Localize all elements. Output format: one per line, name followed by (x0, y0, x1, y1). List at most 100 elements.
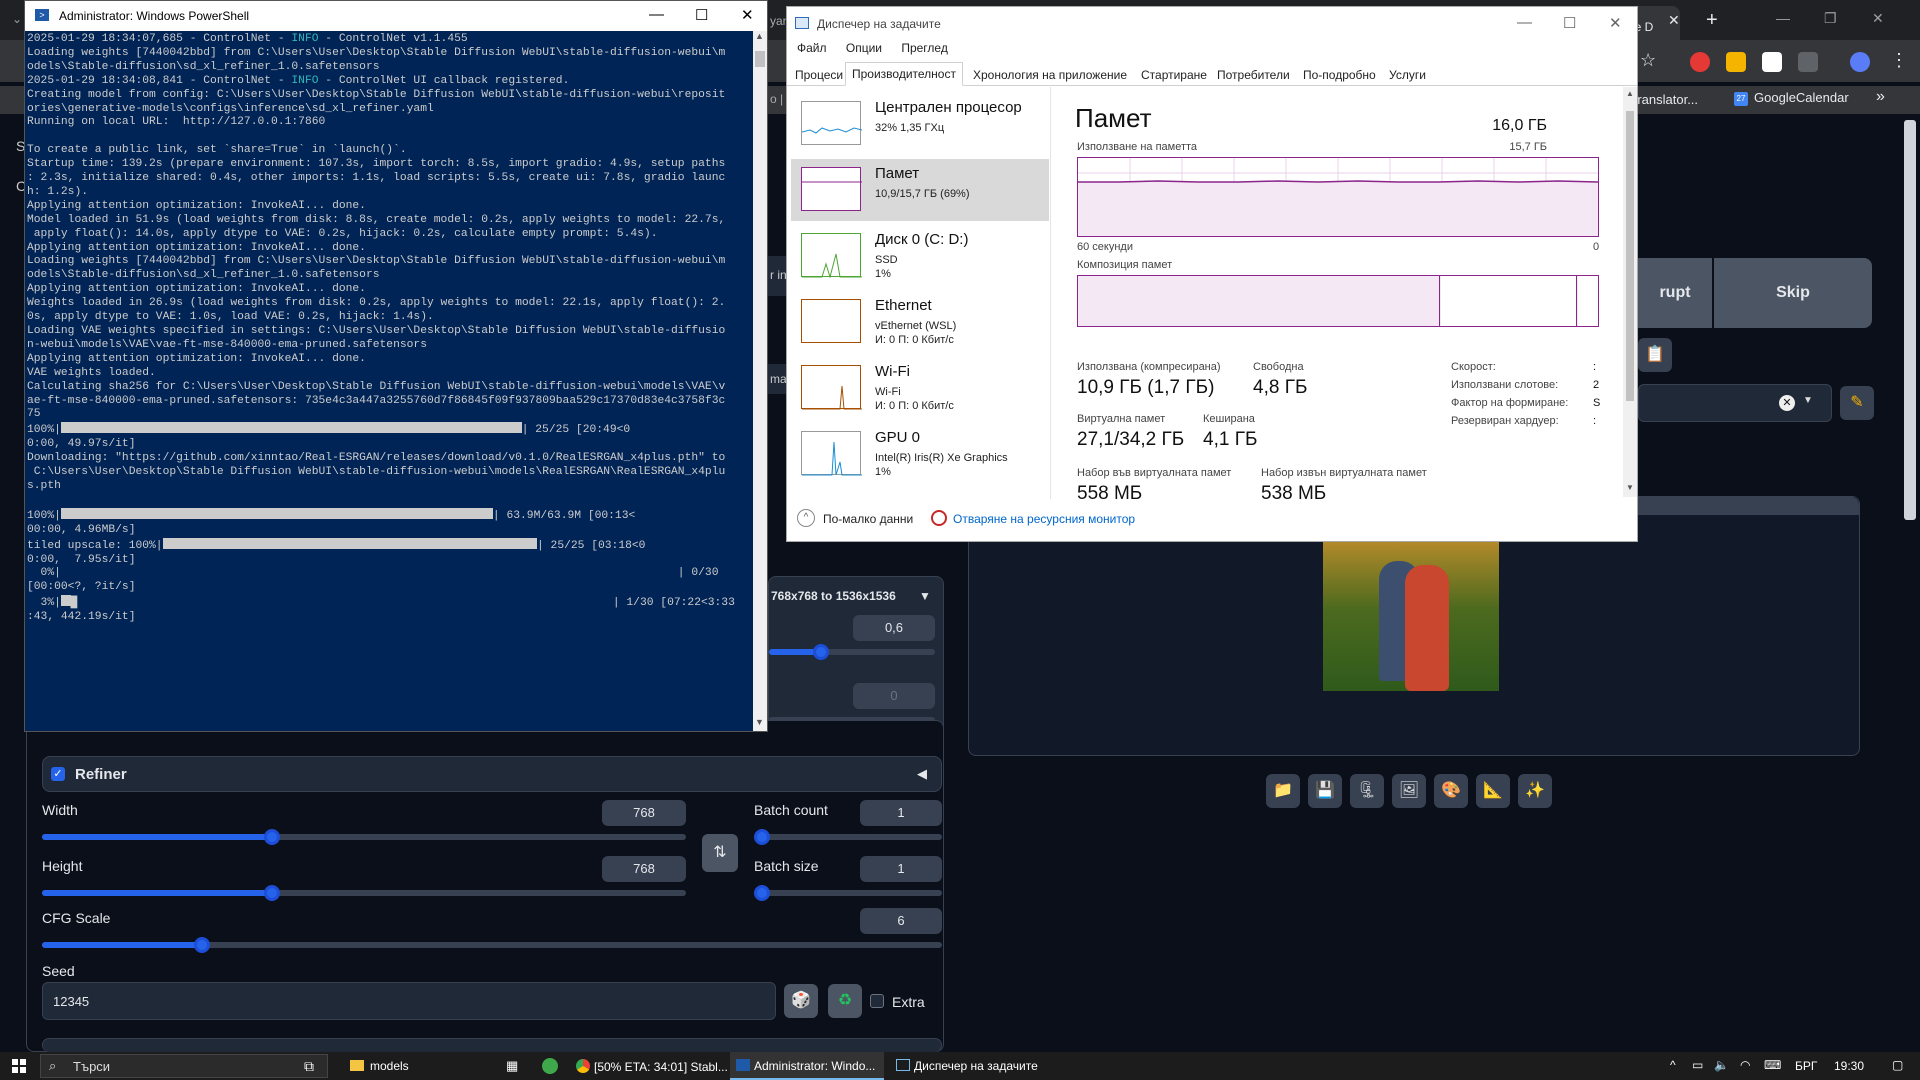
windows-start-icon[interactable] (12, 1059, 26, 1073)
batch-count-input[interactable]: 1 (860, 800, 942, 826)
tm-close-icon[interactable]: ✕ (1609, 14, 1622, 32)
extension-openai-icon[interactable] (1762, 52, 1782, 72)
extensions-puzzle-icon[interactable] (1798, 52, 1818, 72)
denoise-input[interactable]: 0,6 (853, 615, 935, 641)
bookmark-star-icon[interactable]: ☆ (1640, 50, 1656, 71)
extra-checkbox[interactable] (870, 994, 884, 1008)
tab-search-icon[interactable]: ⌄ (12, 12, 22, 26)
bookmark-google-calendar[interactable]: 27 GoogleCalendar (1734, 90, 1849, 106)
tab-users[interactable]: Потребители (1211, 64, 1296, 86)
open-resource-monitor-link[interactable]: Отваряне на ресурсния монитор (953, 512, 1135, 526)
refiner-checkbox[interactable]: ✓ (51, 767, 65, 781)
send-to-img2img-icon[interactable]: 🖼 (1392, 774, 1426, 808)
random-seed-icon[interactable]: 🎲 (784, 984, 818, 1018)
batch-count-track[interactable] (754, 834, 942, 840)
powershell-titlebar[interactable]: > Administrator: Windows PowerShell — ☐ … (25, 1, 767, 31)
clipboard-icon[interactable]: 📋 (1638, 338, 1672, 372)
resource-wifi[interactable]: Wi-Fi Wi-Fi И: 0 П: 0 Кбит/с (791, 357, 1049, 419)
open-folder-icon[interactable]: 📁 (1266, 774, 1300, 808)
extension-download-icon[interactable] (1726, 52, 1746, 72)
powershell-scrollbar[interactable]: ▲ ▼ (753, 31, 767, 731)
menu-options[interactable]: Опции (846, 41, 882, 55)
clear-style-icon[interactable]: ✕ (1779, 395, 1795, 411)
tm-divider[interactable] (1050, 87, 1051, 499)
tm-scroll-up-icon[interactable]: ▲ (1626, 89, 1634, 98)
tray-wifi-icon[interactable]: ◠ (1740, 1058, 1750, 1072)
skip-button[interactable]: Skip (1714, 258, 1872, 328)
height-input[interactable]: 768 (602, 856, 686, 882)
sparkle-icon[interactable]: ✨ (1518, 774, 1552, 808)
tray-keyboard-icon[interactable]: ⌨ (1764, 1058, 1781, 1072)
tab-services[interactable]: Услуги (1383, 64, 1432, 86)
style-dropdown[interactable]: ✕ ▼ (1638, 384, 1832, 422)
taskbar-app-icon-2[interactable] (542, 1058, 558, 1074)
taskbar-item-explorer[interactable]: models (342, 1052, 490, 1080)
cfg-slider-knob[interactable] (194, 937, 210, 953)
refiner-accordion[interactable]: ✓ Refiner ◀ (42, 756, 942, 792)
zip-icon[interactable]: 🗜 (1350, 774, 1384, 808)
scroll-down-icon[interactable]: ▼ (755, 717, 764, 727)
batch-count-knob[interactable] (754, 829, 770, 845)
edit-style-icon[interactable]: ✎ (1840, 386, 1874, 420)
reuse-seed-icon[interactable]: ♻ (828, 984, 862, 1018)
profile-avatar[interactable] (1850, 52, 1870, 72)
resource-memory[interactable]: Памет 10,9/15,7 ГБ (69%) (791, 159, 1049, 221)
resource-cpu[interactable]: Централен процесор 32% 1,35 ГХц (791, 93, 1049, 155)
send-to-inpaint-icon[interactable]: 🎨 (1434, 774, 1468, 808)
tab-app-history[interactable]: Хронология на приложение (967, 64, 1133, 86)
tab-details[interactable]: По-подробно (1297, 64, 1382, 86)
menu-file[interactable]: Файл (797, 41, 827, 55)
height-slider-knob[interactable] (264, 885, 280, 901)
task-view-icon[interactable]: ⧉ (304, 1058, 314, 1075)
batch-size-track[interactable] (754, 890, 942, 896)
collapse-icon[interactable]: ▼ (919, 589, 931, 603)
menu-view[interactable]: Преглед (901, 41, 948, 55)
fewer-details-icon[interactable]: ^ (797, 509, 815, 527)
chrome-restore-icon[interactable]: ❐ (1824, 10, 1837, 27)
taskbar-item-powershell[interactable]: Administrator: Windo... (730, 1052, 884, 1080)
tab-startup[interactable]: Стартиране (1135, 64, 1213, 86)
send-to-extras-icon[interactable]: 📐 (1476, 774, 1510, 808)
resource-gpu[interactable]: GPU 0 Intel(R) Iris(R) Xe Graphics 1% (791, 423, 1049, 485)
chrome-minimize-icon[interactable]: — (1776, 10, 1790, 26)
height-slider-track[interactable] (42, 890, 686, 896)
width-input[interactable]: 768 (602, 800, 686, 826)
tm-minimize-icon[interactable]: — (1517, 14, 1532, 31)
tm-scroll-thumb[interactable] (1626, 111, 1634, 401)
width-slider-track[interactable] (42, 834, 686, 840)
tm-scroll-down-icon[interactable]: ▼ (1626, 483, 1634, 492)
scroll-up-icon[interactable]: ▲ (755, 31, 764, 41)
task-manager-window[interactable]: Диспечер на задачите — ☐ ✕ Файл Опции Пр… (786, 6, 1638, 542)
seed-input[interactable]: 12345 (42, 982, 776, 1020)
tm-maximize-icon[interactable]: ☐ (1563, 14, 1576, 32)
powershell-console-output[interactable]: 2025-01-29 18:34:07,685 - ControlNet - I… (25, 31, 753, 731)
denoise-slider-knob[interactable] (813, 644, 829, 660)
cfg-input[interactable]: 6 (860, 908, 942, 934)
cfg-slider-track[interactable] (42, 942, 942, 948)
interrupt-button[interactable]: rupt (1638, 258, 1712, 328)
resource-disk[interactable]: Диск 0 (C: D:) SSD 1% (791, 225, 1049, 287)
notifications-icon[interactable]: ▢ (1892, 1058, 1903, 1072)
ps-maximize-icon[interactable]: ☐ (695, 6, 708, 24)
tab-close-icon[interactable]: ✕ (1668, 12, 1680, 29)
ps-close-icon[interactable]: ✕ (741, 6, 754, 24)
width-slider-knob[interactable] (264, 829, 280, 845)
taskbar-item-chrome[interactable]: [50% ETA: 34:01] Stabl... (572, 1052, 728, 1080)
resource-ethernet[interactable]: Ethernet vEthernet (WSL) И: 0 П: 0 Кбит/с (791, 291, 1049, 353)
batch-size-knob[interactable] (754, 885, 770, 901)
taskbar-app-icon-1[interactable]: ▦ (506, 1058, 518, 1074)
tm-scrollbar[interactable]: ▲ ▼ (1623, 87, 1637, 497)
extension-record-icon[interactable] (1690, 52, 1710, 72)
new-tab-icon[interactable]: + (1706, 9, 1718, 32)
tray-overflow-icon[interactable]: ^ (1670, 1058, 1676, 1072)
taskbar-search-box[interactable]: ⌕ Търси (40, 1054, 328, 1078)
ps-minimize-icon[interactable]: — (649, 6, 664, 23)
batch-size-input[interactable]: 1 (860, 856, 942, 882)
generated-image[interactable] (1323, 541, 1499, 691)
tab-processes[interactable]: Процеси (789, 64, 849, 86)
accordion-toggle-icon[interactable]: ◀ (917, 766, 927, 782)
chrome-close-icon[interactable]: ✕ (1872, 10, 1884, 27)
tab-performance[interactable]: Производителност (845, 62, 963, 86)
input-language[interactable]: БРГ (1795, 1059, 1817, 1073)
powershell-window[interactable]: > Administrator: Windows PowerShell — ☐ … (24, 0, 768, 732)
